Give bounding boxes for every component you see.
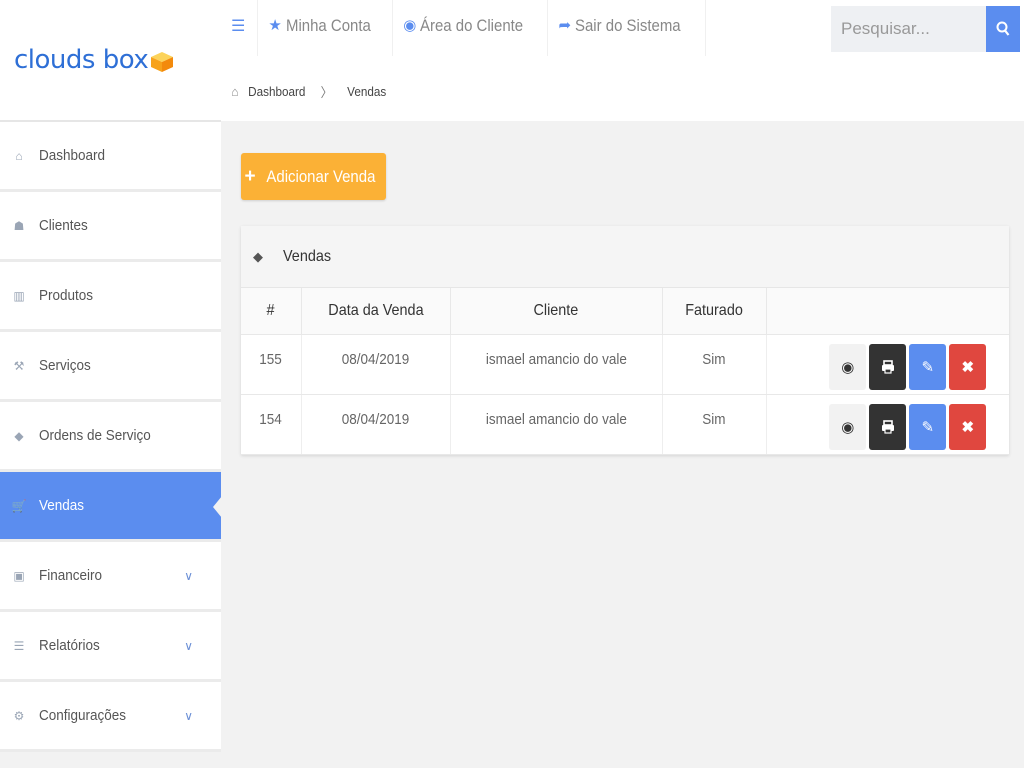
topnav-area-cliente[interactable]: ◉ Área do Cliente xyxy=(393,0,549,56)
top-navigation: ☰ ★ Minha Conta ◉ Área do Cliente ➦ Sair… xyxy=(221,0,707,56)
table-row: 154 08/04/2019 ismael amancio do vale Sim ◉ ✎… xyxy=(241,394,1009,455)
star-icon: ★ xyxy=(268,17,282,34)
eye-icon: ◉ xyxy=(841,418,855,436)
search-icon xyxy=(996,21,1010,36)
cell-client: ismael amancio do vale xyxy=(450,394,663,455)
home-icon: ⌂ xyxy=(15,148,23,163)
panel-title: Vendas xyxy=(283,247,332,265)
gear-icon: ⚙ xyxy=(13,708,25,723)
sidebar-item-label: Ordens de Serviço xyxy=(39,427,151,444)
breadcrumb-current[interactable]: Vendas xyxy=(348,84,387,99)
plus-icon: + xyxy=(244,165,256,187)
topnav-label: Área do Cliente xyxy=(420,16,524,35)
list-icon: ☰ xyxy=(231,18,246,35)
print-button[interactable] xyxy=(869,343,907,390)
col-header-date: Data da Venda xyxy=(301,288,451,335)
sidebar-item-label: Serviços xyxy=(39,357,91,374)
logo[interactable]: clouds box xyxy=(0,0,221,122)
delete-button[interactable]: ✖ xyxy=(949,343,987,390)
topnav-label: Sair do Sistema xyxy=(575,16,681,35)
sidebar-item-vendas[interactable]: 🛒 Vendas xyxy=(0,472,222,542)
chevron-down-icon: ∨ xyxy=(184,639,193,653)
sidebar-item-label: Dashboard xyxy=(39,147,106,164)
topnav-sair[interactable]: ➦ Sair do Sistema xyxy=(548,0,707,56)
breadcrumb-separator: 〉 xyxy=(321,85,333,100)
view-button[interactable]: ◉ xyxy=(829,343,867,390)
sidebar-item-label: Relatórios xyxy=(39,637,100,654)
col-header-invoiced: Faturado xyxy=(662,288,767,335)
box-icon xyxy=(150,51,174,73)
wrench-icon: ⚒ xyxy=(13,358,25,373)
print-icon xyxy=(881,419,894,434)
close-icon: ✖ xyxy=(961,358,975,376)
list-icon: ☰ xyxy=(13,638,25,653)
cell-actions: ◉ ✎ ✖ xyxy=(766,334,1009,395)
sidebar-item-ordens-de-servi-o[interactable]: ◆ Ordens de Serviço xyxy=(0,402,221,472)
col-header-id: # xyxy=(241,288,302,335)
cell-id: 155 xyxy=(241,334,302,395)
tags-icon: ◆ xyxy=(253,248,263,264)
add-sale-label: Adicionar Venda xyxy=(266,166,376,186)
pencil-icon: ✎ xyxy=(921,418,935,436)
view-button[interactable]: ◉ xyxy=(829,403,867,450)
print-button[interactable] xyxy=(869,403,907,450)
eye-icon: ◉ xyxy=(403,17,417,34)
sidebar-item-label: Configurações xyxy=(39,707,127,724)
menu-toggle[interactable]: ☰ xyxy=(221,0,259,56)
cell-invoiced: Sim xyxy=(662,394,767,455)
close-icon: ✖ xyxy=(961,418,975,436)
sales-panel: ◆ Vendas # Data da Venda Cliente Faturad… xyxy=(241,226,1009,455)
table-header-row: # Data da Venda Cliente Faturado xyxy=(241,288,1009,335)
search-button[interactable] xyxy=(986,6,1020,52)
col-header-client: Cliente xyxy=(450,288,663,335)
tag-icon: ◆ xyxy=(14,428,24,443)
sidebar-item-label: Produtos xyxy=(39,287,94,304)
sidebar-item-clientes[interactable]: ☗ Clientes xyxy=(0,192,221,262)
chevron-down-icon: ∨ xyxy=(184,709,193,723)
users-icon: ☗ xyxy=(13,218,25,233)
sidebar-item-servi-os[interactable]: ⚒ Serviços xyxy=(0,332,221,402)
sidebar-item-relat-rios[interactable]: ☰ Relatórios ∨ xyxy=(0,612,221,682)
cart-icon: 🛒 xyxy=(11,498,27,513)
print-icon xyxy=(881,359,894,374)
sidebar: clouds box ⌂ Dashboard ☗ Clientes ▥ Produtos ⚒… xyxy=(0,0,222,768)
sidebar-item-dashboard[interactable]: ⌂ Dashboard xyxy=(0,122,221,192)
cell-client: ismael amancio do vale xyxy=(450,334,663,395)
panel-header: ◆ Vendas xyxy=(241,226,1009,288)
edit-button[interactable]: ✎ xyxy=(909,343,947,390)
table-row: 155 08/04/2019 ismael amancio do vale Sim ◉ ✎… xyxy=(241,334,1009,395)
sidebar-item-configura-es[interactable]: ⚙ Configurações ∨ xyxy=(0,682,221,752)
edit-button[interactable]: ✎ xyxy=(909,403,947,450)
add-sale-button[interactable]: + Adicionar Venda xyxy=(241,153,386,200)
eye-icon: ◉ xyxy=(841,358,855,376)
cell-id: 154 xyxy=(241,394,302,455)
sales-table: # Data da Venda Cliente Faturado 155 08/0… xyxy=(241,288,1009,455)
chevron-down-icon: ∨ xyxy=(184,569,193,583)
cell-invoiced: Sim xyxy=(662,334,767,395)
sidebar-item-label: Clientes xyxy=(39,217,88,234)
sidebar-item-produtos[interactable]: ▥ Produtos xyxy=(0,262,221,332)
money-icon: ▣ xyxy=(13,568,25,583)
cell-date: 08/04/2019 xyxy=(301,394,451,455)
sidebar-item-financeiro[interactable]: ▣ Financeiro ∨ xyxy=(0,542,221,612)
home-icon: ⌂ xyxy=(231,84,239,99)
topnav-minha-conta[interactable]: ★ Minha Conta xyxy=(258,0,394,56)
cell-actions: ◉ ✎ ✖ xyxy=(766,394,1009,455)
topbar: ☰ ★ Minha Conta ◉ Área do Cliente ➦ Sair… xyxy=(221,0,1024,121)
breadcrumb-home[interactable]: Dashboard xyxy=(248,84,305,99)
share-icon: ➦ xyxy=(558,17,572,34)
cell-date: 08/04/2019 xyxy=(301,334,451,395)
barcode-icon: ▥ xyxy=(13,288,25,303)
delete-button[interactable]: ✖ xyxy=(949,403,987,450)
sidebar-item-label: Vendas xyxy=(39,497,85,514)
search-input[interactable] xyxy=(831,6,986,52)
col-header-actions xyxy=(766,288,1009,335)
pencil-icon: ✎ xyxy=(921,358,935,376)
logo-text: clouds box xyxy=(14,45,149,75)
topnav-label: Minha Conta xyxy=(285,16,371,35)
breadcrumb: ⌂ Dashboard 〉 Vendas xyxy=(231,82,389,101)
sidebar-item-label: Financeiro xyxy=(39,567,103,584)
